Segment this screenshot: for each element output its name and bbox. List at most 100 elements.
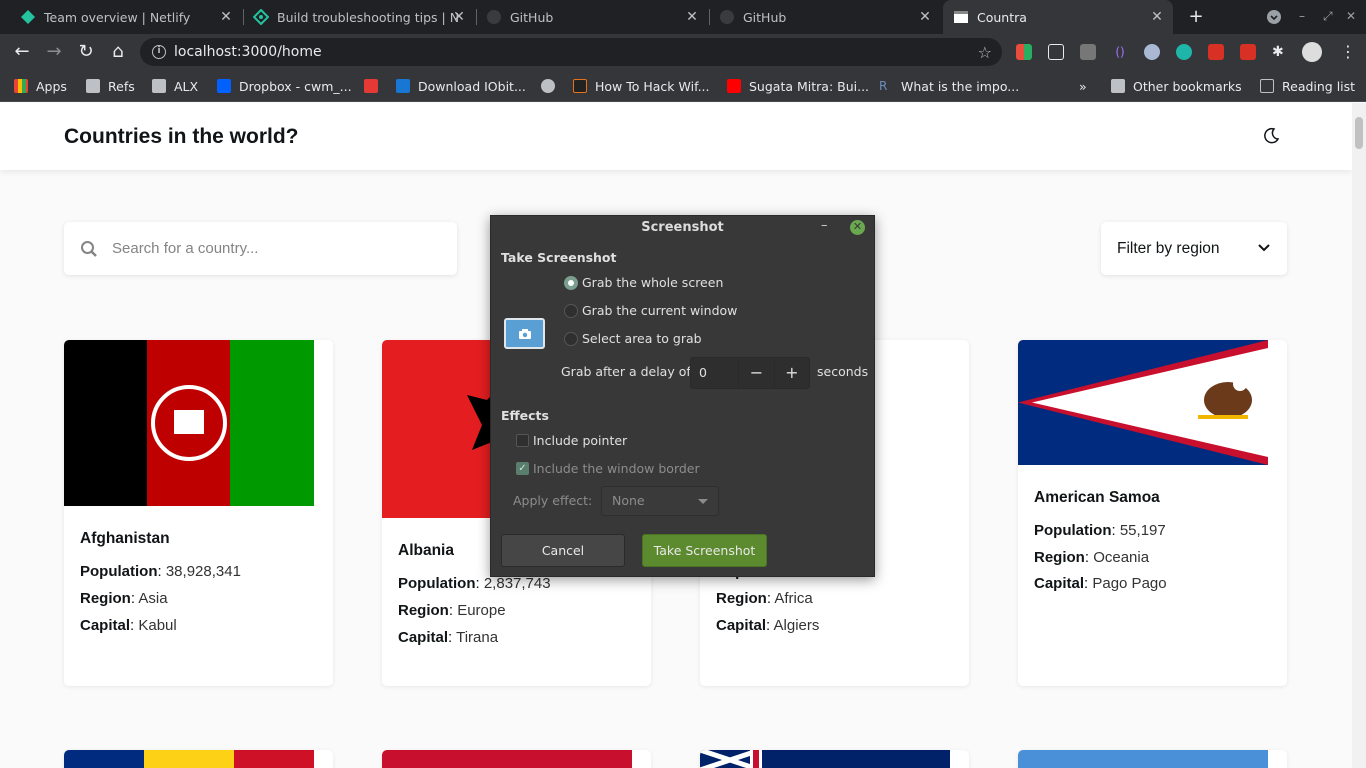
include-pointer-checkbox[interactable]: Include pointer [516, 433, 627, 448]
flag-image [382, 750, 632, 768]
search-input[interactable] [112, 240, 432, 257]
tab-label: GitHub [743, 9, 787, 25]
iobit-icon [396, 79, 410, 93]
close-icon[interactable]: ✕ [1149, 9, 1165, 25]
increment-button[interactable]: + [773, 358, 809, 388]
delay-label: Grab after a delay of [561, 364, 691, 379]
page-scrollbar[interactable] [1352, 103, 1366, 768]
extension-icon[interactable] [1016, 44, 1032, 60]
bookmarks-overflow[interactable]: » [1079, 77, 1087, 95]
radio-indicator [564, 275, 578, 290]
tab-github-1[interactable]: GitHub ✕ [478, 0, 708, 34]
bookmark-star-icon[interactable]: ☆ [978, 43, 992, 62]
flag-image [64, 750, 314, 768]
apply-effect-select[interactable]: None [601, 486, 719, 516]
bookmark-label: Other bookmarks [1133, 78, 1242, 94]
back-icon[interactable]: ← [10, 40, 34, 64]
country-card-afghanistan[interactable]: Afghanistan Population: 38,928,341 Regio… [64, 340, 333, 686]
take-screenshot-button[interactable]: Take Screenshot [642, 534, 767, 567]
decrement-button[interactable]: − [738, 358, 773, 388]
new-tab-icon[interactable]: + [1184, 5, 1208, 29]
restore-icon[interactable]: ⤢ [1323, 9, 1333, 24]
bookmark-apps[interactable]: Apps [14, 77, 67, 95]
close-icon[interactable]: ✕ [451, 9, 467, 25]
puzzle-icon[interactable]: ✱ [1272, 44, 1288, 60]
country-name: American Samoa [1034, 489, 1160, 506]
extension-icon[interactable] [1240, 44, 1256, 60]
chevron-down-icon [698, 499, 708, 504]
moon-icon[interactable] [1262, 127, 1282, 147]
tab-search-icon[interactable] [1266, 9, 1282, 28]
search-icon [81, 240, 97, 257]
close-icon[interactable]: ✕ [218, 9, 234, 25]
close-icon[interactable]: ✕ [850, 220, 865, 235]
tab-build-tips[interactable]: Build troubleshooting tips | N ✕ [245, 0, 475, 34]
site-info-icon[interactable]: i [152, 45, 166, 59]
checkbox-label: Include the window border [533, 461, 700, 476]
bookmark-sugata[interactable]: Sugata Mitra: Bui... [727, 77, 869, 95]
tab-countra[interactable]: Countra ✕ [943, 0, 1173, 34]
tab-github-2[interactable]: GitHub ✕ [711, 0, 941, 34]
scrollbar-thumb[interactable] [1355, 117, 1363, 149]
extension-icon[interactable] [1208, 44, 1224, 60]
extension-icon[interactable] [1144, 44, 1160, 60]
radio-label: Grab the whole screen [582, 275, 724, 290]
checkbox-indicator [516, 434, 529, 447]
tab-netlify-team[interactable]: Team overview | Netlify ✕ [12, 0, 242, 34]
minimize-icon[interactable]: – [821, 218, 828, 233]
reading-list[interactable]: Reading list [1260, 77, 1355, 95]
bookmark-label: Sugata Mitra: Bui... [749, 78, 870, 94]
home-icon[interactable]: ⌂ [106, 40, 130, 64]
region-label: Region [398, 602, 449, 619]
window-close-icon[interactable]: ✕ [1346, 9, 1356, 23]
page-icon [953, 9, 969, 25]
population-line: Population: 38,928,341 [80, 563, 241, 580]
bookmark-iobit[interactable]: Download IObit... [396, 77, 526, 95]
region-line: Region: Europe [398, 602, 506, 619]
avatar[interactable] [1302, 42, 1322, 62]
github-icon [486, 9, 502, 25]
bookmark-red[interactable] [364, 77, 386, 95]
country-card-row2-4[interactable] [1018, 750, 1287, 768]
screenshot-dialog: Screenshot – ✕ Take Screenshot Grab the … [490, 215, 875, 577]
capital-line: Capital: Pago Pago [1034, 575, 1167, 592]
extension-icon[interactable] [1176, 44, 1192, 60]
youtube-icon [727, 79, 741, 93]
radio-current-window[interactable]: Grab the current window [564, 303, 737, 318]
bookmark-what-is[interactable]: R What is the impo... [879, 77, 1019, 95]
close-icon[interactable]: ✕ [684, 9, 700, 25]
bookmark-site-icon [364, 79, 378, 93]
box-extension-icon[interactable] [1048, 44, 1064, 60]
other-bookmarks[interactable]: Other bookmarks [1111, 77, 1242, 95]
extension-icon[interactable] [1080, 44, 1096, 60]
search-box [64, 222, 457, 275]
country-card-american-samoa[interactable]: American Samoa Population: 55,197 Region… [1018, 340, 1287, 686]
minimize-icon[interactable]: – [1299, 9, 1305, 23]
forward-icon[interactable]: → [42, 40, 66, 64]
radio-select-area[interactable]: Select area to grab [564, 331, 702, 346]
reload-icon[interactable]: ↻ [74, 40, 98, 64]
extension-icon[interactable]: () [1112, 44, 1128, 60]
bookmark-hack-wifi[interactable]: How To Hack Wif... [573, 77, 710, 95]
delay-stepper: 0 − + [690, 357, 810, 389]
bookmark-refs[interactable]: Refs [86, 77, 135, 95]
country-card-row2-1[interactable] [64, 750, 333, 768]
country-card-row2-2[interactable] [382, 750, 651, 768]
bookmark-dropbox[interactable]: Dropbox - cwm_... [217, 77, 352, 95]
region-filter-dropdown[interactable]: Filter by region [1101, 222, 1287, 275]
tab-separator [709, 9, 710, 25]
bookmark-label: How To Hack Wif... [595, 78, 710, 94]
address-bar[interactable]: i localhost:3000/home ☆ [140, 38, 1002, 66]
checkbox-indicator: ✓ [516, 462, 529, 475]
bookmark-alx[interactable]: ALX [152, 77, 198, 95]
capital-line: Capital: Kabul [80, 617, 177, 634]
close-icon[interactable]: ✕ [917, 9, 933, 25]
country-name: Albania [398, 542, 454, 559]
bookmark-globe[interactable] [541, 77, 563, 95]
include-border-checkbox[interactable]: ✓ Include the window border [516, 461, 700, 476]
radio-whole-screen[interactable]: Grab the whole screen [564, 275, 723, 290]
cancel-button[interactable]: Cancel [501, 534, 625, 567]
delay-input[interactable]: 0 [691, 358, 738, 388]
country-card-row2-3[interactable] [700, 750, 969, 768]
menu-kebab-icon[interactable]: ⋮ [1336, 40, 1360, 64]
